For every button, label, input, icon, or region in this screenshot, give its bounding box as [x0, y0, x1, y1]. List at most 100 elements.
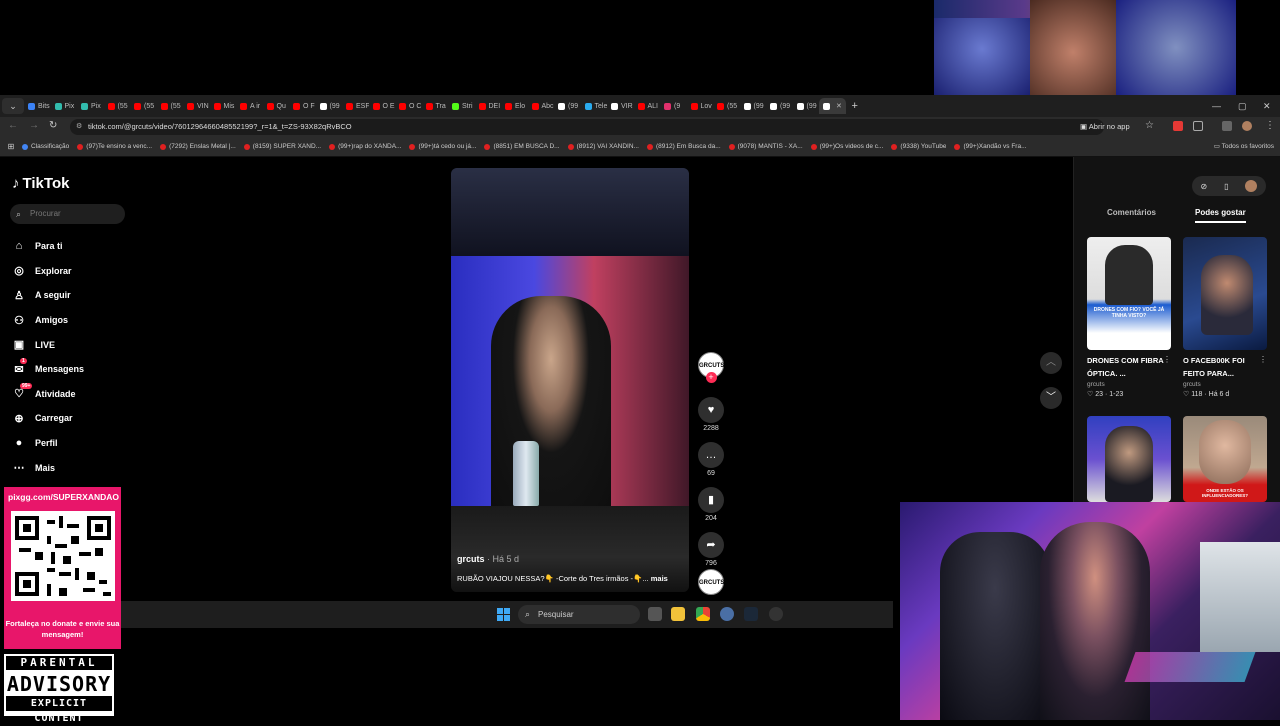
chrome-icon[interactable]	[696, 607, 710, 621]
browser-tab[interactable]: VIN	[183, 98, 210, 114]
bookmark-item[interactable]: (9078) MANTIS - XA...	[728, 143, 803, 150]
browser-tab[interactable]: Lov	[687, 98, 714, 114]
bookmark-item[interactable]: Classificação	[22, 143, 69, 150]
browser-tab[interactable]: DEI	[475, 98, 502, 114]
browser-tab[interactable]: Pix	[77, 98, 104, 114]
user-avatar[interactable]	[1245, 180, 1258, 192]
sidebar-item-mais[interactable]: ⋯ Mais	[12, 455, 84, 480]
bookmark-item[interactable]: (97)Te ensino a venc...	[77, 143, 152, 150]
new-tab-button[interactable]: +	[852, 100, 858, 112]
bookmark-icon[interactable]: ▮	[698, 487, 724, 513]
browser-tab[interactable]: O C	[395, 98, 422, 114]
sidebar-item-atividade[interactable]: ♡ Atividade 99+	[12, 382, 84, 407]
suggested-video-card[interactable]: ONDE ESTÃO OS INFLUENCIADORES?	[1183, 416, 1267, 502]
browser-tab[interactable]: ✕	[819, 98, 846, 114]
browser-tab[interactable]: (55	[130, 98, 157, 114]
browser-tab[interactable]: Abc	[528, 98, 555, 114]
windows-start-icon[interactable]	[497, 608, 510, 621]
browser-tab[interactable]: ESF	[342, 98, 369, 114]
previous-video-button[interactable]: ︿	[1040, 352, 1062, 374]
open-in-app-button[interactable]: ▣ Abrir no app	[1080, 120, 1130, 134]
extensions-icon[interactable]	[1193, 121, 1203, 131]
browser-tab[interactable]: Bits	[24, 98, 51, 114]
browser-tab[interactable]: (99	[793, 98, 820, 114]
browser-tab[interactable]: Elo	[501, 98, 528, 114]
browser-tab[interactable]: Stri	[448, 98, 475, 114]
file-explorer-icon[interactable]	[671, 607, 685, 621]
sound-disc-icon[interactable]: GRCUTS	[698, 569, 724, 595]
phone-icon[interactable]: ▯	[1224, 182, 1228, 191]
url-field[interactable]: ⚙ tiktok.com/@grcuts/video/7601296466048…	[70, 119, 1104, 135]
follow-plus-icon[interactable]: +	[705, 372, 717, 383]
bookmark-item[interactable]: (99+)Xandão vs Fra...	[954, 143, 1027, 150]
bookmark-item[interactable]: (8851) EM BUSCA D...	[484, 143, 560, 150]
maximize-icon[interactable]: ▢	[1238, 95, 1247, 117]
sidebar-item-amigos[interactable]: ⚇ Amigos	[12, 308, 84, 333]
tab-search-button[interactable]: ⌄	[2, 98, 24, 114]
browser-tab[interactable]: A ir	[236, 98, 263, 114]
bookmark-item[interactable]: (8912) VAI XANDIN...	[567, 143, 639, 150]
browser-tab[interactable]: Pix	[51, 98, 78, 114]
browser-tab[interactable]: ALI	[634, 98, 661, 114]
suggested-video-card[interactable]	[1087, 416, 1171, 502]
site-info-icon[interactable]: ⚙	[76, 119, 82, 135]
like-icon[interactable]: ♥	[698, 397, 724, 423]
coin-icon[interactable]: ⊘	[1200, 182, 1207, 191]
browser-tab[interactable]: (99	[554, 98, 581, 114]
sidebar-item-live[interactable]: ▣ LIVE	[12, 332, 84, 357]
app-icon[interactable]	[769, 607, 783, 621]
more-options-icon[interactable]: ⋮	[1163, 355, 1171, 364]
browser-tab[interactable]: VIR	[607, 98, 634, 114]
bookmark-item[interactable]: (99+)tá cedo ou já...	[409, 143, 476, 150]
browser-tab[interactable]: (9	[660, 98, 687, 114]
comment-icon[interactable]: …	[698, 442, 724, 468]
browser-tab[interactable]: (55	[713, 98, 740, 114]
browser-tab[interactable]: O F	[289, 98, 316, 114]
taskbar-search[interactable]: ⌕ Pesquisar	[518, 605, 640, 624]
video-player[interactable]: grcuts · Há 5 d RUBÃO VIAJOU NESSA?👇 -Co…	[451, 168, 689, 592]
browser-tab[interactable]: (99	[740, 98, 767, 114]
bookmark-item[interactable]: (8912) Em Busca da...	[646, 143, 721, 150]
sidebar-item-perfil[interactable]: ● Perfil	[12, 431, 84, 456]
back-icon[interactable]: ←	[8, 120, 18, 131]
bookmark-item[interactable]: (9338) YouTube	[891, 143, 946, 150]
apps-grid-icon[interactable]: ⊞	[0, 142, 22, 151]
sidebar-item-a-seguir[interactable]: ♙ A seguir	[12, 283, 84, 308]
browser-tab[interactable]: Qu	[263, 98, 290, 114]
more-options-icon[interactable]: ⋮	[1259, 355, 1267, 364]
browser-tab[interactable]: (55	[104, 98, 131, 114]
video-more-link[interactable]: mais	[651, 574, 668, 583]
next-video-button[interactable]: ﹀	[1040, 387, 1062, 409]
search-input[interactable]: ⌕ Procurar	[10, 204, 125, 224]
minimize-icon[interactable]: —	[1212, 95, 1221, 117]
extension-icon-1[interactable]	[1173, 121, 1183, 131]
sidebar-item-mensagens[interactable]: ✉ Mensagens 1	[12, 357, 84, 382]
browser-tab[interactable]: Tra	[422, 98, 449, 114]
browser-tab[interactable]: (55	[157, 98, 184, 114]
browser-tab[interactable]: O E	[369, 98, 396, 114]
browser-tab[interactable]: Tele	[581, 98, 607, 114]
close-window-icon[interactable]: ✕	[1263, 95, 1271, 117]
browser-tab[interactable]: (99	[316, 98, 343, 114]
tiktok-logo[interactable]: ♪ TikTok	[12, 175, 69, 192]
browser-tab[interactable]: Mis	[210, 98, 237, 114]
sidebar-item-explorar[interactable]: ◎ Explorar	[12, 259, 84, 284]
settings-icon[interactable]	[720, 607, 734, 621]
suggested-video-card[interactable]: O FACEB00K FOI FEITO PARA... grcuts ♡ 11…	[1183, 237, 1267, 398]
bookmark-item[interactable]: (7292) Enslas Metal |...	[160, 143, 236, 150]
steam-icon[interactable]	[744, 607, 758, 621]
browser-menu-icon[interactable]: ⋮	[1265, 120, 1275, 131]
close-tab-icon[interactable]: ✕	[836, 102, 842, 110]
sidebar-item-carregar[interactable]: ⊕ Carregar	[12, 406, 84, 431]
tab-you-may-like[interactable]: Podes gostar	[1195, 208, 1246, 223]
share-icon[interactable]: ➦	[698, 532, 724, 558]
forward-icon[interactable]: →	[29, 120, 39, 131]
sidebar-item-para-ti[interactable]: ⌂ Para ti	[12, 234, 84, 259]
bookmark-item[interactable]: (99+)Os videos de c...	[810, 143, 883, 150]
browser-tab[interactable]: (99	[766, 98, 793, 114]
bookmark-item[interactable]: (99+)rap do XANDÃ...	[329, 143, 401, 150]
bookmark-item[interactable]: (8159) SUPER XAND...	[243, 143, 321, 150]
reload-icon[interactable]: ↻	[49, 120, 57, 131]
bookmark-star-icon[interactable]: ☆	[1145, 120, 1154, 131]
profile-avatar[interactable]	[1242, 121, 1252, 131]
